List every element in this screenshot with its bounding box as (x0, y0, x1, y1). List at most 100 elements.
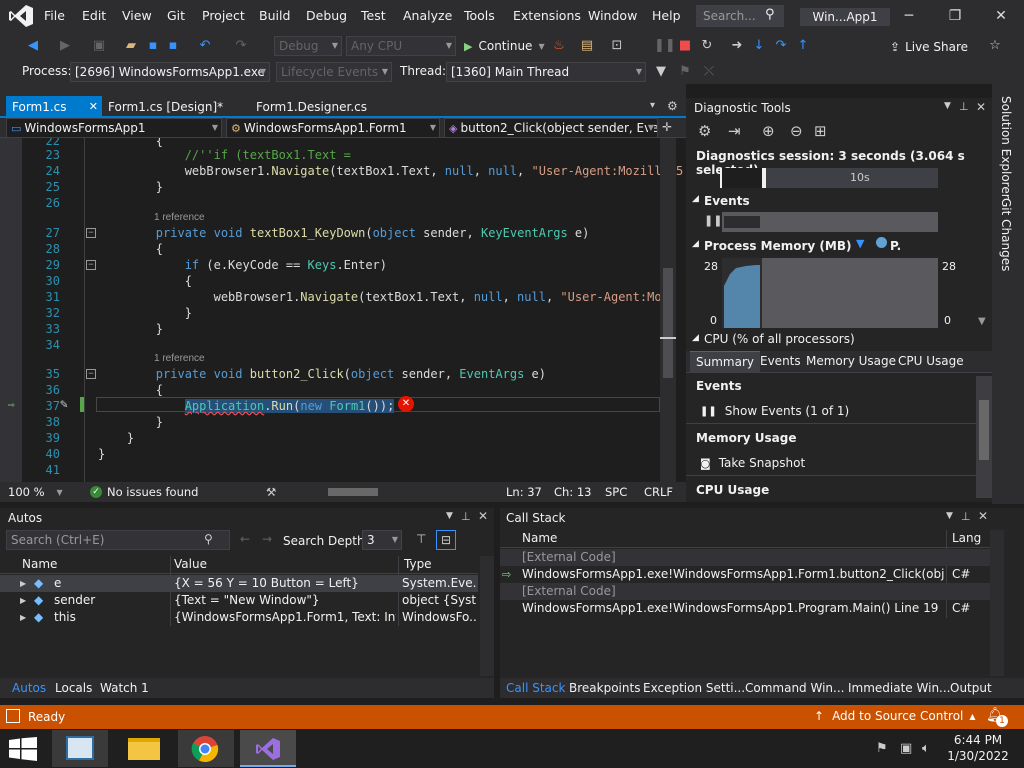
save-icon[interactable]: ▪ (144, 37, 162, 55)
stack-frame-icon[interactable]: ⤬ (700, 63, 718, 81)
lifecycle-events-dropdown[interactable]: Lifecycle Events ▼ (276, 62, 392, 82)
undo-icon[interactable]: ↶ (196, 37, 214, 55)
call-stack-row[interactable]: [External Code] (500, 583, 990, 600)
call-stack-scrollbar[interactable] (990, 530, 1004, 676)
column-name[interactable]: Name (522, 530, 557, 547)
project-dropdown[interactable]: ▭ WindowsFormsApp1 ▼ (6, 118, 222, 138)
feedback-icon[interactable]: ☆ (986, 37, 1004, 55)
expand-properties-icon[interactable]: ⊤ (416, 532, 426, 546)
tab-cpu-usage[interactable]: CPU Usage (898, 351, 964, 371)
search-depth-dropdown[interactable]: 3 ▼ (362, 530, 402, 550)
network-icon[interactable]: ▣ (900, 741, 912, 756)
back-icon[interactable]: ◀ (24, 37, 42, 55)
minimize-icon[interactable]: ─ (886, 0, 932, 32)
call-stack-row[interactable]: WindowsFormsApp1.exe!WindowsFormsApp1.Pr… (500, 600, 990, 617)
variable-value[interactable]: {Text = "New Window"} (174, 592, 396, 609)
autos-search-input[interactable]: Search (Ctrl+E) (6, 530, 230, 550)
code-lens-references[interactable]: 1 reference (154, 353, 205, 364)
clock-time[interactable]: 6:44 PM (940, 733, 1016, 747)
call-stack-row[interactable]: [External Code] (500, 549, 990, 566)
autos-scrollbar[interactable] (480, 556, 494, 676)
menu-test[interactable]: Test (361, 0, 386, 32)
issues-indicator[interactable]: ✓ No issues found (90, 485, 198, 499)
collapse-icon[interactable]: − (86, 228, 96, 238)
line-ending-indicator[interactable]: CRLF (644, 485, 673, 499)
column-type[interactable]: Type (404, 556, 432, 573)
windows-start-icon[interactable] (8, 737, 38, 764)
timeline-selection[interactable] (720, 168, 764, 188)
explorer-icon[interactable]: ▤ (578, 37, 596, 55)
tab-memory-usage[interactable]: Memory Usage (806, 351, 896, 371)
menu-analyze[interactable]: Analyze (403, 0, 452, 32)
chevron-down-icon[interactable]: ▼ (944, 101, 951, 111)
tab-breakpoints[interactable]: Breakpoints (569, 678, 640, 698)
zoom-in-icon[interactable]: ⊕ (762, 122, 775, 140)
tab-immediate-window[interactable]: Immediate Win... (848, 678, 951, 698)
table-row[interactable]: ▶ ◆ e {X = 56 Y = 10 Button = Left} Syst… (0, 575, 478, 592)
menu-extensions[interactable]: Extensions (513, 0, 581, 32)
step-over-icon[interactable]: ↷ (772, 37, 790, 55)
code-editor[interactable]: 22 { 23 //''if (textBox1.Text = 24 webBr… (0, 138, 686, 482)
tab-command-window[interactable]: Command Win... (745, 678, 844, 698)
menu-tools[interactable]: Tools (464, 0, 495, 32)
search-icon[interactable]: ⚲ (204, 532, 213, 546)
screenshot-icon[interactable]: ⊡ (608, 37, 626, 55)
tab-autos[interactable]: Autos (12, 678, 46, 698)
zoom-dropdown[interactable]: 100 % ▼ (8, 485, 63, 499)
events-track[interactable] (722, 212, 938, 232)
menu-build[interactable]: Build (259, 0, 290, 32)
timeline-ruler[interactable]: 10s (720, 168, 938, 188)
pause-icon[interactable]: ❚❚ (654, 37, 676, 55)
menu-edit[interactable]: Edit (82, 0, 106, 32)
restart-icon[interactable]: ↻ (698, 37, 716, 55)
volume-muted-icon[interactable]: 🔈︎ (922, 741, 930, 756)
editor-vertical-scrollbar[interactable] (660, 138, 676, 482)
forward-icon[interactable]: ▶ (56, 37, 74, 55)
column-language[interactable]: Lang (952, 530, 990, 547)
variable-value[interactable]: {WindowsFormsApp1.Form1, Text: Intern... (174, 609, 396, 626)
solution-explorer-tab[interactable]: Solution Explorer (999, 96, 1013, 199)
filter-icon[interactable]: ▼ (652, 63, 670, 81)
call-stack-row[interactable]: ⇨ WindowsFormsApp1.exe!WindowsFormsApp1.… (500, 566, 990, 583)
stop-icon[interactable]: ■ (676, 37, 694, 55)
taskbar-app-notepad[interactable] (52, 730, 108, 767)
taskbar-app-visual-studio[interactable] (240, 730, 296, 767)
process-dropdown[interactable]: [2696] WindowsFormsApp1.exe ▼ (70, 62, 270, 82)
settings-gear-icon[interactable]: ⚙ (698, 122, 711, 140)
tab-output[interactable]: Output (950, 678, 992, 698)
close-icon[interactable]: ✕ (478, 509, 488, 523)
search-back-icon[interactable]: ← (240, 532, 250, 546)
menu-file[interactable]: File (44, 0, 65, 32)
scroll-down-icon[interactable]: ▼ (978, 316, 986, 327)
exception-error-icon[interactable]: ✕ (398, 396, 414, 412)
tab-summary[interactable]: Summary (690, 351, 760, 372)
close-icon[interactable]: ✕ (978, 0, 1024, 32)
settings-gear-icon[interactable]: ⚙ (667, 99, 678, 113)
show-next-statement-icon[interactable]: ➜ (728, 37, 746, 55)
open-folder-icon[interactable]: ▰ (122, 37, 140, 55)
taskbar-app-chrome[interactable] (178, 730, 234, 767)
save-all-icon[interactable]: ▪ (164, 37, 182, 55)
menu-debug[interactable]: Debug (306, 0, 347, 32)
thread-dropdown[interactable]: [1360] Main Thread ▼ (446, 62, 646, 82)
collapse-icon[interactable]: − (86, 260, 96, 270)
tab-events[interactable]: Events (760, 351, 801, 371)
tab-list-dropdown-icon[interactable]: ▾ (650, 100, 655, 111)
whitespace-indicator[interactable]: SPC (605, 485, 627, 499)
close-icon[interactable]: ✕ (976, 100, 986, 114)
selection-handle[interactable] (762, 168, 766, 188)
take-snapshot-button[interactable]: ◙ Take Snapshot (700, 456, 805, 470)
code-lens-references[interactable]: 1 reference (154, 212, 205, 223)
memory-chart[interactable] (722, 258, 938, 328)
collapse-arrow-icon[interactable]: ◢ (692, 333, 699, 343)
action-center-flag-icon[interactable]: ⚑ (876, 741, 888, 756)
pin-icon[interactable]: ⊥ (461, 510, 471, 523)
class-dropdown[interactable]: ⚙ WindowsFormsApp1.Form1 ▼ (226, 118, 440, 138)
export-icon[interactable]: ⇥ (728, 122, 741, 140)
split-editor-icon[interactable]: ✛ (662, 120, 672, 134)
scrollbar-thumb[interactable] (979, 400, 989, 460)
brush-icon[interactable]: ⚒ (266, 485, 276, 499)
redo-icon[interactable]: ↷ (232, 37, 250, 55)
tab-form1-design[interactable]: Form1.cs [Design]* (102, 96, 242, 118)
chevron-down-icon[interactable]: ▼ (446, 511, 453, 521)
